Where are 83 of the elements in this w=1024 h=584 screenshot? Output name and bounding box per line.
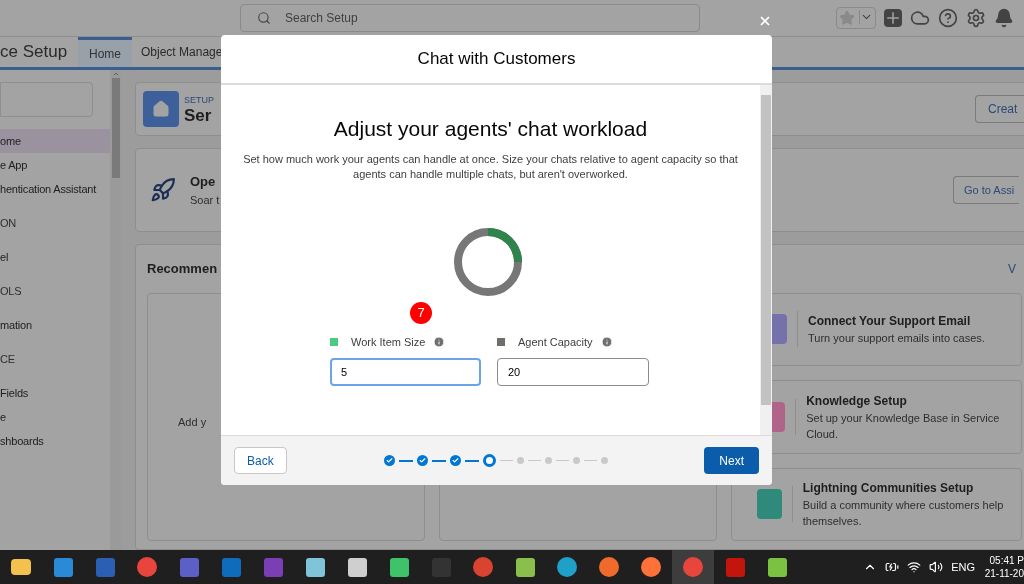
scroll-thumb[interactable] <box>761 95 771 405</box>
battery-icon[interactable] <box>885 560 900 574</box>
number-field[interactable]: 5 <box>330 358 481 386</box>
sidebar-item[interactable]: el <box>0 245 110 269</box>
folder-icon <box>11 559 31 575</box>
item-title: Knowledge Setup <box>806 392 908 410</box>
cloud-icon[interactable] <box>910 8 930 28</box>
app-icon <box>95 557 115 577</box>
add-icon[interactable] <box>884 9 902 27</box>
app-icon <box>179 557 199 577</box>
assistant-subtitle: Soar t <box>190 192 220 208</box>
scroll-up-icon[interactable] <box>112 70 120 78</box>
app-icon <box>767 557 787 577</box>
section-title: Recommen <box>147 260 218 278</box>
recommendation-item[interactable]: Lightning Communities Setup Build a community where customers help themselves. <box>731 467 1022 541</box>
info-icon[interactable] <box>600 335 613 348</box>
setup-title: Ser <box>184 107 213 125</box>
modal-scrollbar[interactable] <box>760 85 772 435</box>
wifi-icon[interactable] <box>907 560 922 574</box>
setup-eyebrow: SETUP <box>184 93 214 107</box>
app-name: ce Setup <box>0 41 69 64</box>
dropdown-icon[interactable] <box>859 10 873 24</box>
app-icon <box>725 557 745 577</box>
sidebar-item[interactable]: Fields <box>0 381 110 405</box>
nav-tab[interactable]: Home <box>78 37 132 67</box>
create-button[interactable]: Creat <box>975 95 1024 123</box>
bell-icon[interactable] <box>994 8 1014 28</box>
app-icon <box>557 557 577 577</box>
field-label: Agent Capacity <box>518 334 593 350</box>
section-header: CE <box>0 351 16 367</box>
app-icon <box>683 557 703 577</box>
volume-icon[interactable] <box>929 560 944 574</box>
settings-icon[interactable] <box>966 8 986 28</box>
assistant-button[interactable]: Go to Assi <box>953 176 1019 204</box>
clock-date[interactable]: 21-11-20 <box>984 567 1024 580</box>
modal-title: Chat with Customers <box>417 48 576 71</box>
search-icon <box>257 11 271 25</box>
card-text: Add y <box>178 414 207 430</box>
app-icon <box>137 557 157 577</box>
home-icon <box>143 91 179 127</box>
language-indicator[interactable]: ENG <box>951 558 975 576</box>
app-icon <box>473 557 493 577</box>
back-button[interactable]: Back <box>234 447 287 474</box>
sidebar-item[interactable]: shboards <box>0 429 110 453</box>
app-icon <box>263 557 283 577</box>
item-description: Set up your Knowledge Base in Service Cloud. <box>806 410 1001 442</box>
app-icon <box>599 557 619 577</box>
app-icon <box>389 557 409 577</box>
search-field[interactable]: Search Setup <box>240 4 700 32</box>
section-header: ON <box>0 215 18 231</box>
field-label: Work Item Size <box>351 334 426 350</box>
app-icon <box>221 557 241 577</box>
app-icon <box>641 557 661 577</box>
sidebar-item[interactable]: e App <box>0 153 110 177</box>
clock-time[interactable]: 05:41 P <box>989 554 1024 567</box>
sidebar-item[interactable]: hentication Assistant <box>0 177 110 201</box>
scroll-thumb[interactable] <box>112 78 120 178</box>
item-title: Connect Your Support Email <box>808 313 972 331</box>
item-description: Turn your support emails into cases. <box>808 331 985 347</box>
view-link[interactable]: V <box>1008 259 1016 278</box>
next-button[interactable]: Next <box>704 447 759 474</box>
modal-heading: Adjust your agents' chat workload <box>333 116 648 142</box>
donut-drawing <box>452 226 523 297</box>
sidebar-item[interactable]: ome <box>0 129 110 153</box>
assistant-title: Ope <box>190 173 217 191</box>
modal-description: Set how much work your agents can handle at once. Size your chats relative to agent capacity so that agents can handle multiple chats, but aren't overworked. <box>242 151 739 182</box>
section-header: OLS <box>0 283 23 299</box>
close-icon[interactable] <box>758 14 772 28</box>
sidebar-item[interactable]: mation <box>0 313 110 337</box>
item-description: Build a community where customers help themselves. <box>802 498 1005 530</box>
rocket-icon <box>150 177 176 203</box>
sidebar-item[interactable]: e <box>0 405 110 429</box>
app-icon <box>305 557 325 577</box>
number-field[interactable]: 20 <box>497 358 649 386</box>
info-icon[interactable] <box>433 335 446 348</box>
nav-tab[interactable]: Object Manage <box>132 37 232 67</box>
step-badge: 7 <box>410 301 432 324</box>
help-icon[interactable] <box>938 8 958 28</box>
star-icon[interactable] <box>839 10 855 26</box>
app-icon <box>347 557 367 577</box>
item-title: Lightning Communities Setup <box>802 480 975 498</box>
app-icon <box>515 557 535 577</box>
app-icon <box>53 557 73 577</box>
